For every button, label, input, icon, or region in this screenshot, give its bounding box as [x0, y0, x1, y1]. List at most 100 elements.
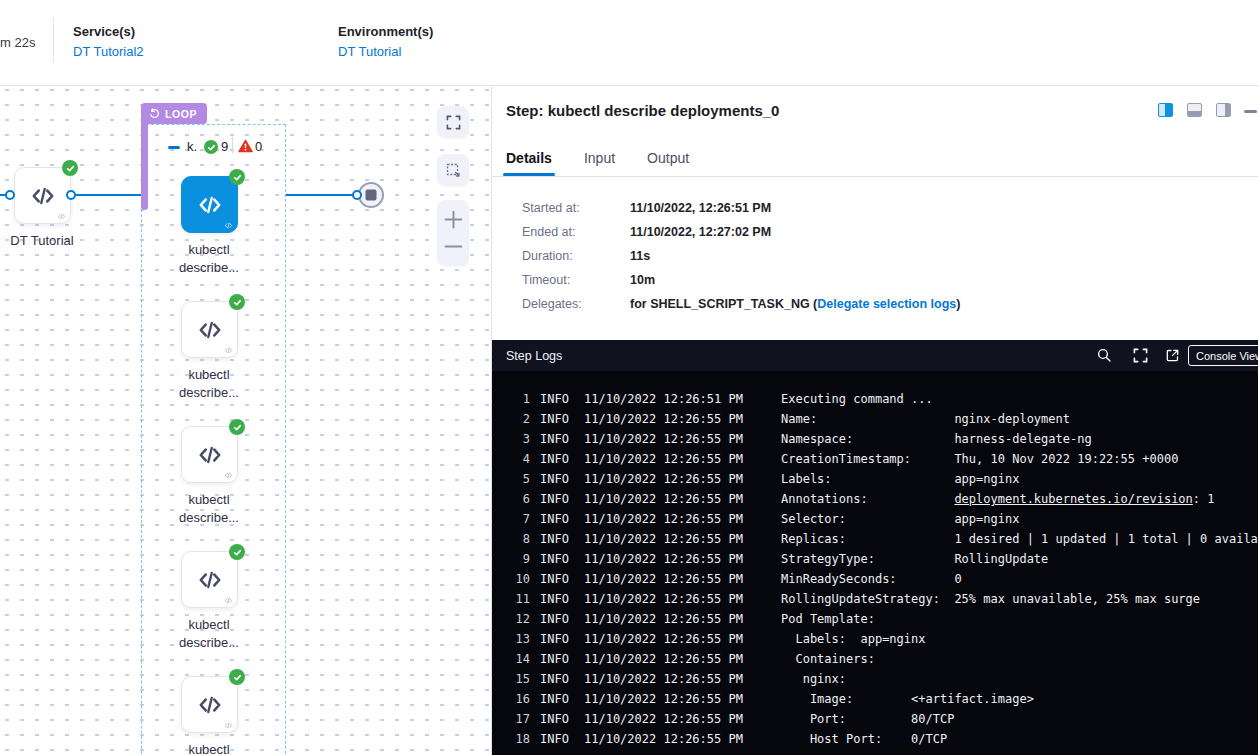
log-level: INFO [540, 449, 570, 469]
detail-tabs: Details Input Output [492, 142, 1258, 177]
layout-right-view-icon[interactable] [1216, 103, 1231, 117]
log-line: 4INFO11/10/2022 12:26:55 PMCreationTimes… [504, 449, 1258, 469]
log-message: StrategyType: RollingUpdate [781, 549, 1048, 569]
log-timestamp: 11/10/2022 12:26:55 PM [584, 609, 744, 629]
log-line: 10INFO11/10/2022 12:26:55 PMMinReadySeco… [504, 569, 1258, 589]
log-level: INFO [540, 469, 570, 489]
canvas-fit-button[interactable] [437, 154, 469, 186]
code-icon [197, 442, 223, 468]
detail-value: 11/10/2022, 12:26:51 PM [630, 202, 771, 215]
step-node-label: kubectldescribe... [149, 366, 269, 402]
step-node-1[interactable] [181, 176, 238, 233]
code-icon [197, 317, 223, 343]
success-badge [62, 160, 78, 176]
log-fullscreen-icon[interactable] [1133, 348, 1148, 363]
step-node-4[interactable] [181, 551, 238, 608]
canvas-fullscreen-button[interactable] [437, 106, 469, 138]
start-step-label: DT Tutorial [0, 232, 102, 250]
log-message: Executing command ... [781, 389, 933, 409]
collapse-group-button[interactable] [168, 146, 180, 149]
tab-input[interactable]: Input [584, 142, 615, 176]
environment-link[interactable]: DT Tutorial [338, 44, 433, 59]
log-line: 15INFO11/10/2022 12:26:55 PM nginx: [504, 669, 1258, 689]
execution-header: m 22s Service(s) DT Tutorial2 Environmen… [0, 0, 1258, 86]
success-badge [229, 419, 245, 435]
search-icon [1097, 348, 1111, 362]
log-message: Labels: app=nginx [781, 629, 926, 649]
zoom-out-button[interactable] [444, 237, 463, 256]
plus-icon [444, 210, 463, 229]
step-node-2[interactable] [181, 301, 238, 358]
layout-bottom-view-icon[interactable] [1187, 103, 1202, 117]
log-annotation-link[interactable]: deployment.kubernetes.io/revision [954, 492, 1192, 506]
loop-icon [149, 108, 160, 119]
start-step-node[interactable] [14, 167, 71, 224]
connector-port [66, 190, 76, 200]
log-level: INFO [540, 429, 570, 449]
log-timestamp: 11/10/2022 12:26:55 PM [584, 429, 744, 449]
log-message: MinReadySeconds: 0 [781, 569, 962, 589]
log-message: Pod Template: [781, 609, 875, 629]
success-badge [229, 169, 245, 185]
minimize-panel-icon[interactable] [1244, 110, 1257, 113]
log-line-number: 14 [504, 649, 530, 669]
log-line-number: 12 [504, 609, 530, 629]
services-section: Service(s) DT Tutorial2 [73, 24, 144, 59]
log-level: INFO [540, 529, 570, 549]
code-icon [197, 567, 223, 593]
detail-label: Delegates: [522, 298, 630, 311]
code-icon [57, 212, 66, 221]
log-line-number: 7 [504, 509, 530, 529]
log-line: 11INFO11/10/2022 12:26:55 PMRollingUpdat… [504, 589, 1258, 609]
zoom-controls [437, 200, 469, 266]
failure-count: 0 [255, 139, 262, 154]
log-level: INFO [540, 709, 570, 729]
console-view-button[interactable]: Console View [1188, 345, 1258, 366]
log-timestamp: 11/10/2022 12:26:55 PM [584, 669, 744, 689]
log-search-icon[interactable] [1097, 348, 1111, 362]
log-message: RollingUpdateStrategy: 25% max unavailab… [781, 589, 1200, 609]
detail-value: for SHELL_SCRIPT_TASK_NG (Delegate selec… [630, 298, 960, 311]
delegate-selection-logs-link[interactable]: Delegate selection logs [817, 297, 956, 311]
tab-output[interactable]: Output [647, 142, 689, 176]
log-level: INFO [540, 629, 570, 649]
detail-value: 10m [630, 274, 655, 287]
pipeline-graph-canvas[interactable]: LOOP DT Tutorial k. 9 0 kubectldescribe.… [0, 86, 491, 755]
tab-details[interactable]: Details [506, 142, 552, 176]
log-level: INFO [540, 669, 570, 689]
success-badge [229, 294, 245, 310]
log-timestamp: 11/10/2022 12:26:55 PM [584, 589, 744, 609]
fullscreen-icon [446, 115, 461, 130]
log-line-number: 3 [504, 429, 530, 449]
log-timestamp: 11/10/2022 12:26:55 PM [584, 549, 744, 569]
code-icon [224, 221, 233, 230]
log-level: INFO [540, 729, 570, 749]
log-open-new-tab-icon[interactable] [1165, 348, 1180, 363]
connector-port [5, 190, 15, 200]
log-line: 3INFO11/10/2022 12:26:55 PMNamespace: ha… [504, 429, 1258, 449]
step-node-3[interactable] [181, 426, 238, 483]
detail-value: 11/10/2022, 12:27:02 PM [630, 226, 771, 239]
loop-badge[interactable]: LOOP [141, 103, 207, 124]
zoom-in-button[interactable] [444, 210, 463, 229]
code-icon [224, 471, 233, 480]
success-badge [229, 669, 245, 685]
check-icon [233, 548, 242, 557]
layout-split-view-icon[interactable] [1158, 103, 1173, 117]
check-icon [207, 143, 216, 152]
log-output[interactable]: 1INFO11/10/2022 12:26:51 PMExecuting com… [492, 371, 1258, 755]
log-level: INFO [540, 689, 570, 709]
detail-label: Timeout: [522, 274, 630, 287]
service-link[interactable]: DT Tutorial2 [73, 44, 144, 59]
log-message: Port: 80/TCP [781, 709, 954, 729]
log-timestamp: 11/10/2022 12:26:55 PM [584, 689, 744, 709]
code-icon [197, 192, 223, 218]
failure-count-icon [238, 139, 253, 153]
log-level: INFO [540, 569, 570, 589]
step-node-5[interactable] [181, 676, 238, 733]
detail-row: Ended at:11/10/2022, 12:27:02 PM [522, 226, 960, 239]
detail-row: Started at:11/10/2022, 12:26:51 PM [522, 202, 960, 215]
connector-line [76, 194, 142, 196]
connector-port [352, 190, 362, 200]
environments-section: Environment(s) DT Tutorial [338, 24, 433, 59]
